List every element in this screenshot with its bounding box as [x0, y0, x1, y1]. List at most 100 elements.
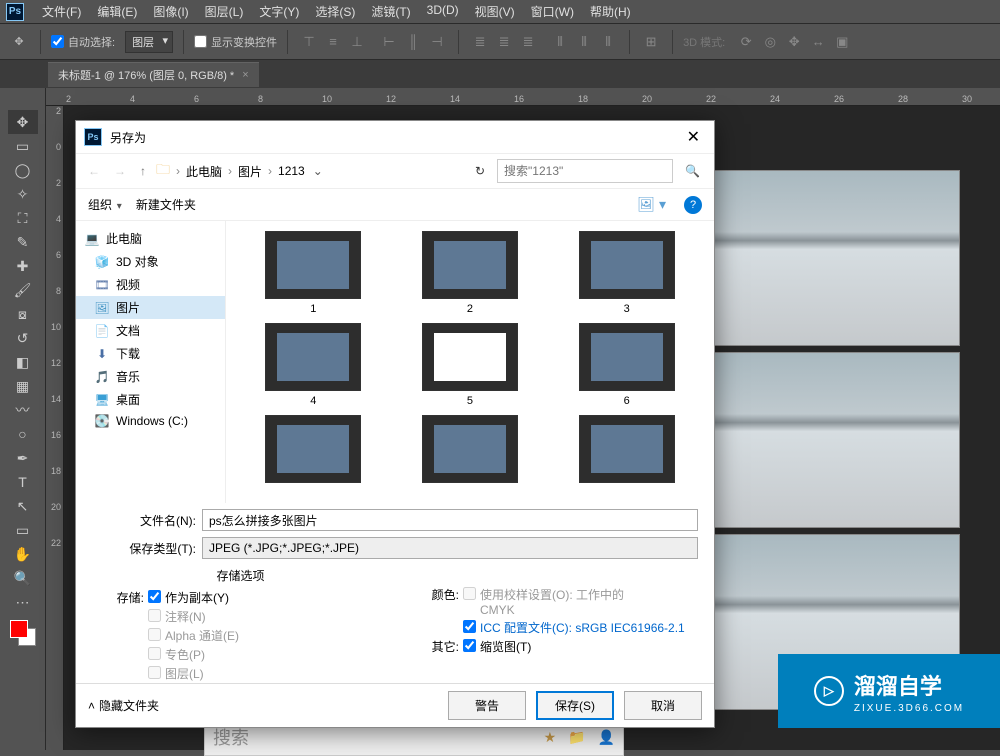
close-tab-icon[interactable]: × — [242, 69, 248, 81]
menu-item[interactable]: 选择(S) — [307, 3, 363, 20]
menu-item[interactable]: 窗口(W) — [523, 3, 582, 20]
3d-pan-icon[interactable]: ✥ — [783, 31, 805, 53]
color-swatch[interactable] — [10, 620, 36, 646]
file-item[interactable]: 6 — [551, 323, 702, 407]
tree-item-3d[interactable]: 🧊3D 对象 — [76, 250, 225, 273]
menu-item[interactable]: 视图(V) — [467, 3, 523, 20]
show-transform-check[interactable] — [194, 35, 207, 48]
history-tool[interactable]: ↺ — [8, 326, 38, 350]
shape-rect-tool[interactable]: ▭ — [8, 518, 38, 542]
document-tab[interactable]: 未标题-1 @ 176% (图层 0, RGB/8) * × — [48, 62, 259, 87]
lasso-tool[interactable]: ◯ — [8, 158, 38, 182]
file-item[interactable]: 1 — [238, 231, 389, 315]
stamp-tool[interactable]: ⧇ — [8, 302, 38, 326]
type-tool[interactable]: T — [8, 470, 38, 494]
warning-button[interactable]: 警告 — [448, 691, 526, 720]
eraser-tool[interactable]: ◧ — [8, 350, 38, 374]
arrow-tool[interactable]: ↖ — [8, 494, 38, 518]
cancel-button[interactable]: 取消 — [624, 691, 702, 720]
align-hcenter-icon[interactable]: ║ — [402, 31, 424, 53]
eyedrop-tool[interactable]: ✎ — [8, 230, 38, 254]
dist-bottom-icon[interactable]: ≣ — [517, 31, 539, 53]
dist-top-icon[interactable]: ≣ — [469, 31, 491, 53]
dist-hcenter-icon[interactable]: ⦀ — [573, 31, 595, 53]
as-copy-checkbox[interactable] — [148, 590, 161, 603]
file-item[interactable]: 4 — [238, 323, 389, 407]
tree-item-drv[interactable]: 💽Windows (C:) — [76, 411, 225, 431]
tree-item-pc[interactable]: 💻此电脑 — [76, 227, 225, 250]
file-item[interactable] — [238, 415, 389, 487]
crumb-pc[interactable]: 此电脑 — [186, 163, 222, 180]
align-bottom-icon[interactable]: ⊥ — [346, 31, 368, 53]
align-left-icon[interactable]: ⊢ — [378, 31, 400, 53]
hand-tool[interactable]: ✋ — [8, 542, 38, 566]
3d-orbit-icon[interactable]: ⟳ — [735, 31, 757, 53]
smudge-tool[interactable]: 〰 — [8, 398, 38, 422]
brush-tool[interactable]: 🖌 — [8, 278, 38, 302]
tree-item-doc[interactable]: 📄文档 — [76, 319, 225, 342]
zoom-tool[interactable]: 🔍 — [8, 566, 38, 590]
tree-item-dl[interactable]: ⬇下载 — [76, 342, 225, 365]
tree-item-mus[interactable]: 🎵音乐 — [76, 365, 225, 388]
file-item[interactable]: 2 — [395, 231, 546, 315]
menu-item[interactable]: 文字(Y) — [251, 3, 307, 20]
nav-forward-button[interactable]: → — [110, 164, 130, 178]
filename-input[interactable] — [202, 509, 698, 531]
align-vcenter-icon[interactable]: ≡ — [322, 31, 344, 53]
nav-up-button[interactable]: ↑ — [136, 164, 150, 178]
breadcrumb-dropdown-icon[interactable]: ⌄ — [311, 164, 325, 178]
folder-search-input[interactable] — [497, 159, 673, 183]
move-tool[interactable]: ✥ — [8, 110, 38, 134]
show-transform-checkbox[interactable]: 显示变换控件 — [194, 34, 277, 50]
help-button[interactable]: ? — [684, 196, 702, 214]
gradient-tool[interactable]: ▦ — [8, 374, 38, 398]
pen-tool[interactable]: ✒ — [8, 446, 38, 470]
close-dialog-button[interactable]: ✕ — [681, 127, 706, 147]
search-button[interactable]: 🔍 — [679, 164, 706, 178]
menu-item[interactable]: 图层(L) — [197, 3, 252, 20]
menu-item[interactable]: 3D(D) — [419, 3, 467, 20]
more-tool[interactable]: ⋯ — [8, 590, 38, 614]
auto-select-checkbox[interactable]: 自动选择: — [51, 34, 115, 50]
tree-item-vid[interactable]: 🎞视频 — [76, 273, 225, 296]
wand-tool[interactable]: ✧ — [8, 182, 38, 206]
tree-item-pic[interactable]: 🖼图片 — [76, 296, 225, 319]
organize-button[interactable]: 组织 ▾ — [88, 196, 122, 213]
marquee-tool[interactable]: ▭ — [8, 134, 38, 158]
refresh-button[interactable]: ↻ — [469, 164, 491, 178]
menu-item[interactable]: 滤镜(T) — [363, 3, 418, 20]
nav-back-button[interactable]: ← — [84, 164, 104, 178]
menu-item[interactable]: 帮助(H) — [582, 3, 639, 20]
icc-checkbox[interactable] — [463, 620, 476, 633]
thumbnail-checkbox[interactable] — [463, 639, 476, 652]
crumb-folder[interactable]: 1213 — [278, 164, 305, 178]
auto-align-icon[interactable]: ⊞ — [640, 31, 662, 53]
3d-slide-icon[interactable]: ↔ — [807, 31, 829, 53]
dodge-tool[interactable]: ○ — [8, 422, 38, 446]
auto-select-check[interactable] — [51, 35, 64, 48]
layer-dropdown[interactable]: 图层 — [125, 31, 173, 53]
menu-item[interactable]: 文件(F) — [34, 3, 89, 20]
menu-item[interactable]: 编辑(E) — [89, 3, 145, 20]
view-mode-button[interactable]: 🖼 ▾ — [633, 194, 670, 215]
save-button[interactable]: 保存(S) — [536, 691, 614, 720]
crumb-pictures[interactable]: 图片 — [238, 163, 262, 180]
3d-roll-icon[interactable]: ◎ — [759, 31, 781, 53]
dist-vcenter-icon[interactable]: ≣ — [493, 31, 515, 53]
align-right-icon[interactable]: ⊣ — [426, 31, 448, 53]
align-top-icon[interactable]: ⊤ — [298, 31, 320, 53]
new-folder-button[interactable]: 新建文件夹 — [136, 196, 196, 213]
menu-item[interactable]: 图像(I) — [145, 3, 196, 20]
hide-folders-toggle[interactable]: ˄隐藏文件夹 — [88, 697, 159, 714]
3d-cam-icon[interactable]: ▣ — [831, 31, 853, 53]
dist-left-icon[interactable]: ⦀ — [549, 31, 571, 53]
file-item[interactable] — [395, 415, 546, 487]
tree-item-desk[interactable]: 🖥桌面 — [76, 388, 225, 411]
filetype-select[interactable]: JPEG (*.JPG;*.JPEG;*.JPE) — [202, 537, 698, 559]
patch-tool[interactable]: ✚ — [8, 254, 38, 278]
file-item[interactable] — [551, 415, 702, 487]
file-item[interactable]: 5 — [395, 323, 546, 407]
file-item[interactable]: 3 — [551, 231, 702, 315]
crop-tool[interactable]: ⛶ — [8, 206, 38, 230]
dist-right-icon[interactable]: ⦀ — [597, 31, 619, 53]
